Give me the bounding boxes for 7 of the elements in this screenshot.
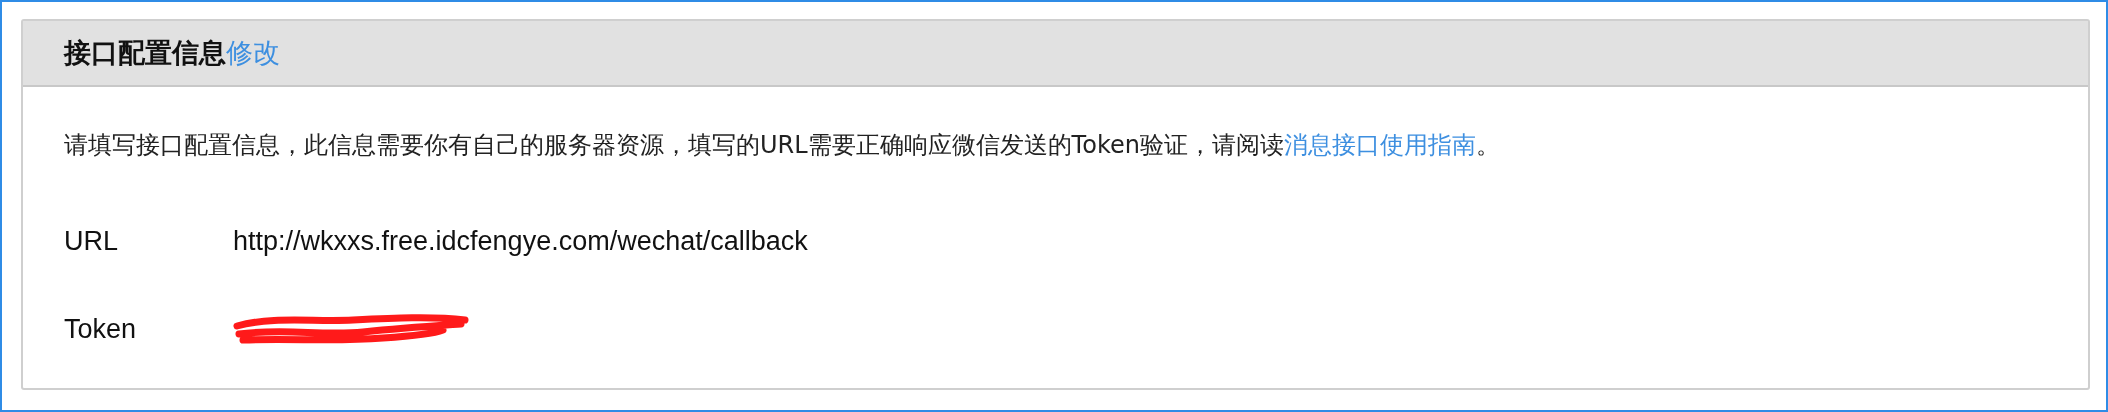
edit-link[interactable]: 修改 xyxy=(226,35,280,71)
description-text: 请填写接口配置信息，此信息需要你有自己的服务器资源，填写的URL需要正确响应微信发送的Token验证，请阅读消息接口使用指南。 xyxy=(64,130,1501,161)
field-label: URL xyxy=(64,225,119,257)
field-label: Token xyxy=(64,313,138,345)
panel-title: 接口配置信息 xyxy=(64,36,226,70)
field-value: http://wkxxs.free.idcfengye.com/wechat/callback xyxy=(233,225,808,257)
guide-link[interactable]: 消息接口使用指南 xyxy=(1283,131,1476,159)
